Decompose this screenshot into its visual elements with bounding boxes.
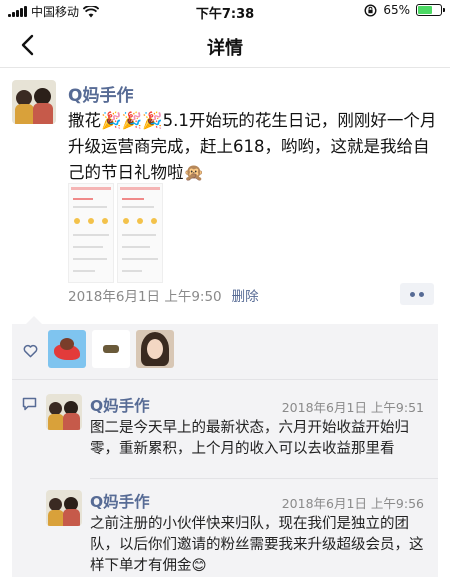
page-title: 详情 bbox=[207, 38, 243, 59]
comment-divider bbox=[90, 478, 438, 479]
comment-icon bbox=[22, 397, 37, 411]
comment-avatar[interactable] bbox=[46, 394, 82, 430]
comment-text: 之前注册的小伙伴快来归队，现在我们是独立的团队，以后你们邀请的粉丝需要我来升级超… bbox=[90, 516, 424, 574]
post-author[interactable]: Q妈手作 bbox=[68, 81, 133, 106]
like-avatar[interactable] bbox=[136, 330, 174, 368]
post-time: 2018年6月1日 上午9:50 bbox=[68, 289, 222, 305]
comments-panel: Q妈手作 2018年6月1日 上午9:51 图二是今天早上的最新状态，六月开始收… bbox=[12, 316, 438, 577]
more-actions-button[interactable] bbox=[400, 283, 434, 305]
post-text: 撒花🎉🎉🎉5.1开始玩的花生日记，刚刚好一个月升级运营商完成，赶上618，哟哟，… bbox=[68, 111, 437, 182]
post-image-1[interactable] bbox=[68, 183, 114, 283]
status-bar: 中国移动 下午7:38 65% bbox=[0, 0, 450, 22]
comment-time: 2018年6月1日 上午9:51 bbox=[281, 400, 424, 415]
nav-bar: 详情 bbox=[0, 22, 450, 68]
comment-avatar[interactable] bbox=[46, 490, 82, 526]
battery-icon bbox=[416, 4, 445, 16]
heart-icon bbox=[23, 344, 38, 358]
comment-item: Q妈手作 2018年6月1日 上午9:51 图二是今天早上的最新状态，六月开始收… bbox=[12, 380, 438, 477]
like-avatar[interactable] bbox=[48, 330, 86, 368]
comment-text: 图二是今天早上的最新状态，六月开始收益开始归零，重新累积，上个月的收入可以去收益… bbox=[90, 420, 409, 457]
likes-row bbox=[12, 324, 438, 380]
post-meta: 2018年6月1日 上午9:50 删除 bbox=[68, 285, 259, 305]
rotation-lock-icon bbox=[364, 3, 377, 17]
author-avatar[interactable] bbox=[12, 80, 56, 124]
comment-author[interactable]: Q妈手作 bbox=[90, 394, 150, 416]
comment-author[interactable]: Q妈手作 bbox=[90, 490, 150, 512]
delete-link[interactable]: 删除 bbox=[232, 285, 259, 305]
like-avatar[interactable] bbox=[92, 330, 130, 368]
comment-time: 2018年6月1日 上午9:56 bbox=[281, 496, 424, 511]
dot-icon bbox=[410, 291, 415, 297]
dot-icon bbox=[419, 291, 424, 297]
post-images bbox=[68, 183, 164, 283]
battery-percent: 65% bbox=[383, 3, 410, 17]
post-image-2[interactable] bbox=[117, 183, 163, 283]
comment-item: Q妈手作 2018年6月1日 上午9:56 之前注册的小伙伴快来归队，现在我们是… bbox=[12, 480, 438, 577]
status-right: 65% bbox=[364, 3, 445, 17]
